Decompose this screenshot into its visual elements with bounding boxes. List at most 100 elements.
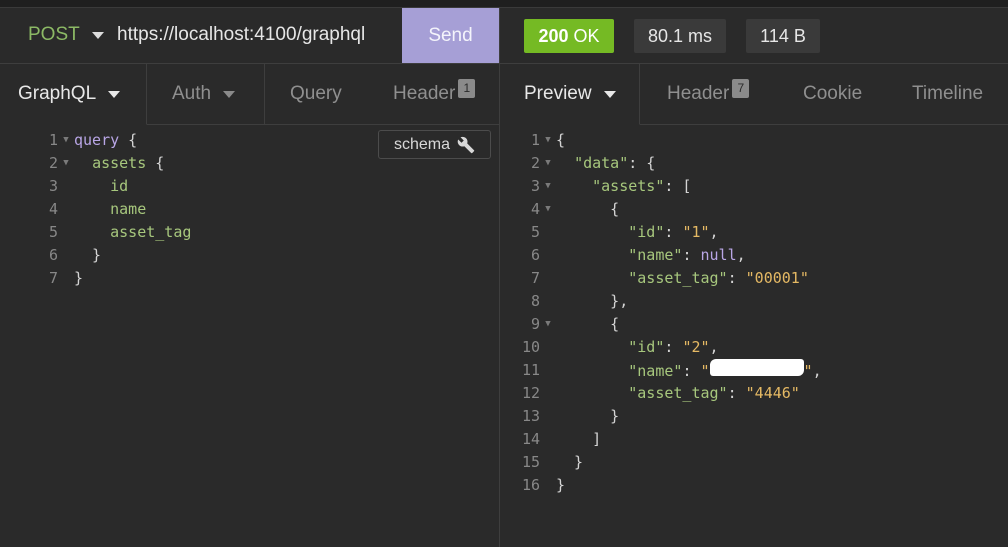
- response-line: 1 ▼{: [518, 129, 822, 152]
- code-text: "data": {: [574, 154, 656, 172]
- fold-gutter: [58, 198, 74, 221]
- code-text: "id": "1",: [628, 223, 719, 241]
- code-text: "asset_tag": "00001": [628, 269, 809, 287]
- code-text: asset_tag: [110, 223, 192, 241]
- response-line: 16}: [518, 474, 822, 497]
- line-number: 10: [521, 338, 540, 356]
- line-number: 5: [48, 223, 58, 241]
- response-line: 4 ▼ {: [518, 198, 822, 221]
- tab-cookie[interactable]: Cookie: [778, 64, 887, 125]
- tab-auth[interactable]: Auth: [147, 64, 265, 125]
- tab-timeline-label: Timeline: [912, 83, 984, 104]
- line-number: 12: [521, 384, 540, 402]
- response-size-badge: 114 B: [746, 19, 820, 53]
- request-tabs: GraphQL Auth Query Header 1: [0, 64, 499, 125]
- line-number: 7: [530, 269, 540, 287]
- url-bar: POST https://localhost:4100/graphql Send: [0, 8, 499, 64]
- response-line: 6 "name": null,: [518, 244, 822, 267]
- response-line: 5 "id": "1",: [518, 221, 822, 244]
- request-pane: POST https://localhost:4100/graphql Send…: [0, 8, 499, 547]
- code-text: {: [556, 200, 620, 218]
- response-status-bar: 200 OK 80.1 ms 114 B: [500, 8, 1008, 64]
- line-number: 4: [530, 200, 540, 218]
- query-editor[interactable]: 1 ▼ query {2 ▼ assets {3 id 4 name 5 asset_ta…: [40, 129, 191, 290]
- line-number: 6: [48, 246, 58, 264]
- fold-gutter: [540, 359, 556, 382]
- code-text: }: [74, 269, 84, 287]
- response-header-count-badge: 7: [732, 78, 750, 98]
- response-line: 9 ▼ {: [518, 313, 822, 336]
- query-line: 6 }: [40, 244, 191, 267]
- fold-gutter: [540, 336, 556, 359]
- fold-arrow-icon[interactable]: ▼: [540, 129, 556, 152]
- redacted-value: [709, 359, 804, 376]
- code-text: "name": null,: [628, 246, 746, 264]
- fold-arrow-icon[interactable]: ▼: [540, 198, 556, 221]
- code-text: "name": " ",: [556, 359, 822, 382]
- tab-graphql[interactable]: GraphQL: [0, 64, 147, 125]
- tab-header[interactable]: Header 1: [375, 64, 499, 125]
- tab-cookie-label: Cookie: [803, 83, 863, 104]
- tab-preview-label: Preview: [524, 83, 592, 104]
- code-text: name: [110, 200, 147, 218]
- fold-arrow-icon[interactable]: ▼: [58, 129, 74, 152]
- line-number: 1: [530, 131, 540, 149]
- code-text: },: [556, 292, 629, 310]
- line-number: 9: [530, 315, 540, 333]
- line-number: 8: [530, 292, 540, 310]
- response-line: 12 "asset_tag": "4446": [518, 382, 822, 405]
- code-text: assets {: [92, 154, 165, 172]
- fold-gutter: [58, 267, 74, 290]
- response-line: 8 },: [518, 290, 822, 313]
- tab-response-header[interactable]: Header 7: [640, 64, 778, 125]
- line-number: 6: [530, 246, 540, 264]
- fold-gutter: [540, 244, 556, 267]
- fold-gutter: [540, 428, 556, 451]
- response-line: 11 "name": " ",: [518, 359, 822, 382]
- line-number: 3: [530, 177, 540, 195]
- send-button[interactable]: Send: [402, 8, 499, 63]
- fold-gutter: [58, 244, 74, 267]
- wrench-icon: [457, 136, 475, 153]
- line-number: 14: [521, 430, 540, 448]
- fold-gutter: [540, 267, 556, 290]
- response-line: 15 }: [518, 451, 822, 474]
- code-text: }: [556, 453, 584, 471]
- status-text: OK: [573, 25, 600, 46]
- fold-gutter: [58, 221, 74, 244]
- status-code: 200: [538, 25, 569, 46]
- response-pane: 200 OK 80.1 ms 114 B Preview Header 7 Co…: [500, 8, 1008, 547]
- fold-arrow-icon[interactable]: ▼: [540, 175, 556, 198]
- query-line: 7}: [40, 267, 191, 290]
- line-number: 2: [48, 154, 58, 172]
- fold-arrow-icon[interactable]: ▼: [58, 152, 74, 175]
- fold-arrow-icon[interactable]: ▼: [540, 152, 556, 175]
- code-text: {: [556, 131, 566, 149]
- response-line: 3 ▼ "assets": [: [518, 175, 822, 198]
- fold-arrow-icon[interactable]: ▼: [540, 313, 556, 336]
- response-line: 2 ▼ "data": {: [518, 152, 822, 175]
- query-line: 3 id: [40, 175, 191, 198]
- tab-timeline[interactable]: Timeline: [887, 64, 1008, 125]
- line-number: 4: [48, 200, 58, 218]
- code-text: }: [556, 476, 566, 494]
- response-time-badge: 80.1 ms: [634, 19, 726, 53]
- query-line: 5 asset_tag: [40, 221, 191, 244]
- tab-graphql-label: GraphQL: [18, 83, 97, 104]
- schema-button[interactable]: schema: [378, 130, 491, 159]
- response-line: 13 }: [518, 405, 822, 428]
- method-dropdown[interactable]: POST: [28, 24, 104, 46]
- chevron-down-icon: [223, 90, 236, 98]
- code-text: }: [556, 407, 620, 425]
- url-input[interactable]: https://localhost:4100/graphql: [117, 24, 365, 46]
- chevron-down-icon: [603, 90, 616, 98]
- code-text: }: [74, 246, 102, 264]
- tab-query[interactable]: Query: [265, 64, 375, 125]
- line-number: 3: [48, 177, 58, 195]
- chevron-down-icon: [108, 90, 121, 98]
- response-tabs: Preview Header 7 Cookie Timeline: [500, 64, 1008, 125]
- line-number: 16: [521, 476, 540, 494]
- tab-preview[interactable]: Preview: [500, 64, 640, 125]
- response-line: 7 "asset_tag": "00001": [518, 267, 822, 290]
- line-number: 1: [48, 131, 58, 149]
